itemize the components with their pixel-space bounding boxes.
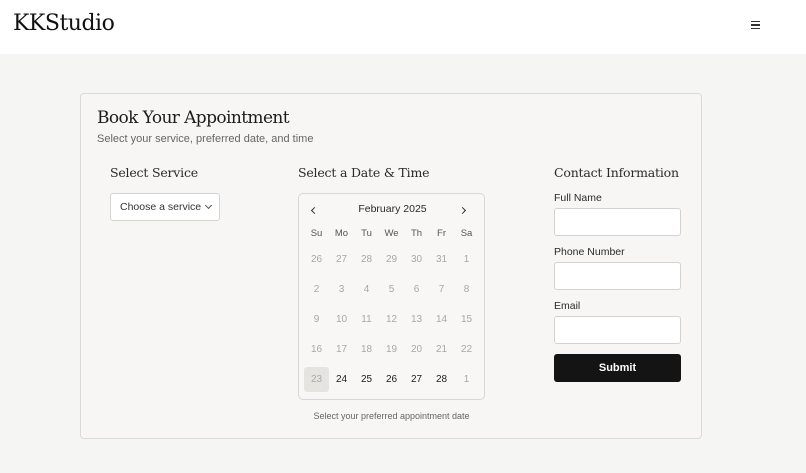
weekday-header: Tu xyxy=(361,228,372,239)
calendar-day[interactable]: 11 xyxy=(354,307,379,332)
phone-field[interactable] xyxy=(554,262,681,290)
calendar-day[interactable]: 10 xyxy=(329,307,354,332)
site-logo[interactable]: KKStudio xyxy=(13,11,115,36)
calendar-day[interactable]: 9 xyxy=(304,307,329,332)
calendar-day[interactable]: 28 xyxy=(429,367,454,392)
calendar-day[interactable]: 1 xyxy=(454,247,479,272)
calendar-day[interactable]: 31 xyxy=(429,247,454,272)
calendar: February 2025 Su Mo Tu We Th Fr Sa 26 27 28 29 30 31… xyxy=(298,193,485,400)
calendar-day[interactable]: 26 xyxy=(379,367,404,392)
calendar-day[interactable]: 28 xyxy=(354,247,379,272)
booking-card: Book Your Appointment Select your servic… xyxy=(80,93,702,439)
full-name-label: Full Name xyxy=(554,192,602,204)
hamburger-menu-icon[interactable] xyxy=(748,17,764,33)
calendar-day[interactable]: 27 xyxy=(329,247,354,272)
chevron-down-icon xyxy=(205,201,213,210)
calendar-day[interactable]: 7 xyxy=(429,277,454,302)
calendar-day[interactable]: 29 xyxy=(379,247,404,272)
calendar-day[interactable]: 2 xyxy=(304,277,329,302)
site-header: KKStudio xyxy=(0,0,806,54)
calendar-day[interactable]: 3 xyxy=(329,277,354,302)
calendar-day[interactable]: 1 xyxy=(454,367,479,392)
calendar-day[interactable]: 21 xyxy=(429,337,454,362)
select-date-heading: Select a Date & Time xyxy=(298,165,430,180)
weekday-header: Su xyxy=(310,228,323,239)
calendar-day[interactable]: 12 xyxy=(379,307,404,332)
calendar-day[interactable]: 8 xyxy=(454,277,479,302)
submit-button[interactable]: Submit xyxy=(554,354,681,382)
email-label: Email xyxy=(554,300,581,312)
calendar-day[interactable]: 26 xyxy=(304,247,329,272)
calendar-day[interactable]: 17 xyxy=(329,337,354,362)
phone-label: Phone Number xyxy=(554,246,625,258)
calendar-day[interactable]: 22 xyxy=(454,337,479,362)
chevron-right-icon[interactable] xyxy=(455,202,471,218)
select-service-heading: Select Service xyxy=(110,165,198,180)
calendar-day[interactable]: 30 xyxy=(404,247,429,272)
calendar-day[interactable]: 15 xyxy=(454,307,479,332)
calendar-day[interactable]: 19 xyxy=(379,337,404,362)
email-field[interactable] xyxy=(554,316,681,344)
calendar-day[interactable]: 20 xyxy=(404,337,429,362)
weekday-header: Mo xyxy=(334,228,349,239)
full-name-field[interactable] xyxy=(554,208,681,236)
calendar-day[interactable]: 24 xyxy=(329,367,354,392)
calendar-day[interactable]: 5 xyxy=(379,277,404,302)
booking-subtitle: Select your service, preferred date, and… xyxy=(97,133,314,145)
calendar-day[interactable]: 25 xyxy=(354,367,379,392)
calendar-day[interactable]: 6 xyxy=(404,277,429,302)
service-select[interactable]: Choose a service xyxy=(110,193,220,221)
calendar-day[interactable]: 23 xyxy=(304,367,329,392)
calendar-day[interactable]: 18 xyxy=(354,337,379,362)
calendar-day[interactable]: 14 xyxy=(429,307,454,332)
service-select-value: Choose a service xyxy=(120,201,202,213)
calendar-day[interactable]: 16 xyxy=(304,337,329,362)
calendar-note: Select your preferred appointment date xyxy=(313,411,470,421)
weekday-header: Th xyxy=(410,228,423,239)
weekday-header: Fr xyxy=(437,228,446,239)
calendar-day[interactable]: 27 xyxy=(404,367,429,392)
calendar-day[interactable]: 13 xyxy=(404,307,429,332)
weekday-header: Sa xyxy=(460,228,473,239)
calendar-grid: Su Mo Tu We Th Fr Sa 26 27 28 29 30 31 1 2 3 4 5 6 7 8 9 10 11 1… xyxy=(304,226,479,392)
contact-info-heading: Contact Information xyxy=(554,165,679,180)
calendar-day[interactable]: 4 xyxy=(354,277,379,302)
booking-title: Book Your Appointment xyxy=(97,108,290,128)
weekday-header: We xyxy=(384,228,399,239)
